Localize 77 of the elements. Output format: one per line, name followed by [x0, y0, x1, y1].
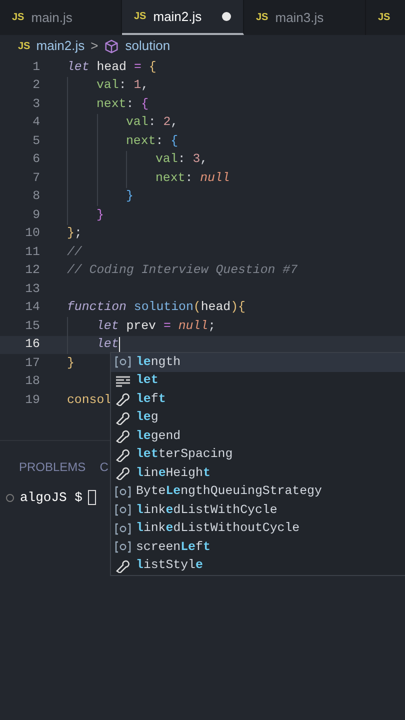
line-number: 13: [24, 280, 40, 298]
line-number: 3: [32, 96, 40, 113]
code-text: let: [96, 336, 119, 354]
variable-icon: [115, 540, 131, 554]
code-text: let head = {: [67, 58, 156, 76]
line-number: 2: [32, 77, 40, 94]
suggestion-item[interactable]: leg: [111, 408, 405, 427]
js-file-icon: JS: [256, 10, 268, 25]
suggestion-item[interactable]: lineHeight: [111, 464, 405, 482]
js-file-icon: JS: [378, 10, 390, 25]
suggestion-item[interactable]: let: [111, 372, 405, 390]
suggestion-item[interactable]: screenLeft: [111, 538, 405, 556]
line-number: 12: [24, 262, 40, 280]
line-number: 7: [32, 170, 40, 187]
terminal-prompt: algoJS $: [20, 489, 82, 507]
cube-icon: [104, 38, 120, 54]
line-number: 8: [32, 188, 40, 206]
wrench-icon: [115, 410, 131, 425]
js-file-icon: JS: [134, 9, 146, 24]
wrench-icon: [115, 392, 131, 406]
terminal-cursor: [88, 490, 96, 506]
keyword-icon: [115, 374, 131, 388]
variable-icon: [115, 484, 131, 499]
text-cursor: [118, 337, 120, 352]
panel-tab[interactable]: C: [100, 458, 108, 476]
line-number: 10: [24, 225, 40, 242]
wrench-icon: [115, 429, 131, 444]
line-number: 6: [32, 151, 40, 168]
variable-icon: [115, 503, 131, 518]
status-circle-icon: [6, 494, 14, 502]
breadcrumb-item[interactable]: solution: [125, 36, 170, 56]
wrench-icon: [115, 466, 131, 480]
suggestion-item[interactable]: linkedListWithoutCycle: [111, 520, 405, 538]
line-number: 14: [24, 299, 40, 316]
line-number: 17: [24, 354, 40, 372]
code-text: next: {: [96, 96, 149, 113]
line-number: 16: [24, 336, 40, 354]
line-number: 15: [24, 318, 40, 335]
line-number: 19: [24, 392, 40, 409]
line-number: 18: [24, 373, 40, 390]
unsaved-dot-icon: [222, 12, 231, 21]
code-text: val: 3,: [156, 151, 208, 168]
code-text: };: [67, 225, 82, 242]
breadcrumb-item[interactable]: main2.js: [36, 36, 85, 56]
suggestion-item[interactable]: left: [111, 390, 405, 408]
suggestion-item[interactable]: listStyle: [111, 556, 405, 575]
panel-tab[interactable]: PROBLEMS: [19, 458, 86, 476]
variable-icon: [115, 355, 131, 370]
code-text: val: 1,: [96, 77, 149, 94]
file-tab[interactable]: JS main2.js: [122, 0, 244, 35]
line-number: 11: [24, 244, 40, 261]
code-text: //: [67, 244, 82, 261]
code-text: let prev = null;: [96, 318, 216, 335]
suggestion-item[interactable]: linkedListWithCycle: [111, 501, 405, 520]
code-text: function solution(head){: [67, 299, 246, 316]
wrench-icon: [115, 558, 131, 573]
code-text: }: [67, 354, 74, 372]
code-text: consol: [67, 392, 112, 409]
breadcrumb-separator: >: [90, 37, 98, 56]
code-text: next: null: [156, 170, 230, 187]
wrench-icon: [115, 448, 131, 462]
code-text: }: [96, 206, 104, 224]
suggestion-item[interactable]: ByteLengthQueuingStrategy: [111, 482, 405, 501]
code-text: // Coding Interview Question #7: [67, 262, 298, 280]
js-file-icon: JS: [18, 38, 30, 54]
variable-icon: [115, 522, 131, 536]
suggestion-item[interactable]: length: [111, 353, 405, 372]
line-number: 4: [32, 114, 40, 132]
suggestion-item[interactable]: legend: [111, 427, 405, 446]
suggestion-item[interactable]: letterSpacing: [111, 446, 405, 464]
line-number: 5: [32, 132, 40, 150]
code-text: val: 2,: [126, 114, 178, 132]
line-number: 1: [32, 58, 40, 76]
code-text: }: [126, 188, 134, 206]
code-text: next: {: [126, 132, 178, 150]
js-file-icon: JS: [12, 10, 24, 25]
line-number: 9: [32, 206, 40, 224]
